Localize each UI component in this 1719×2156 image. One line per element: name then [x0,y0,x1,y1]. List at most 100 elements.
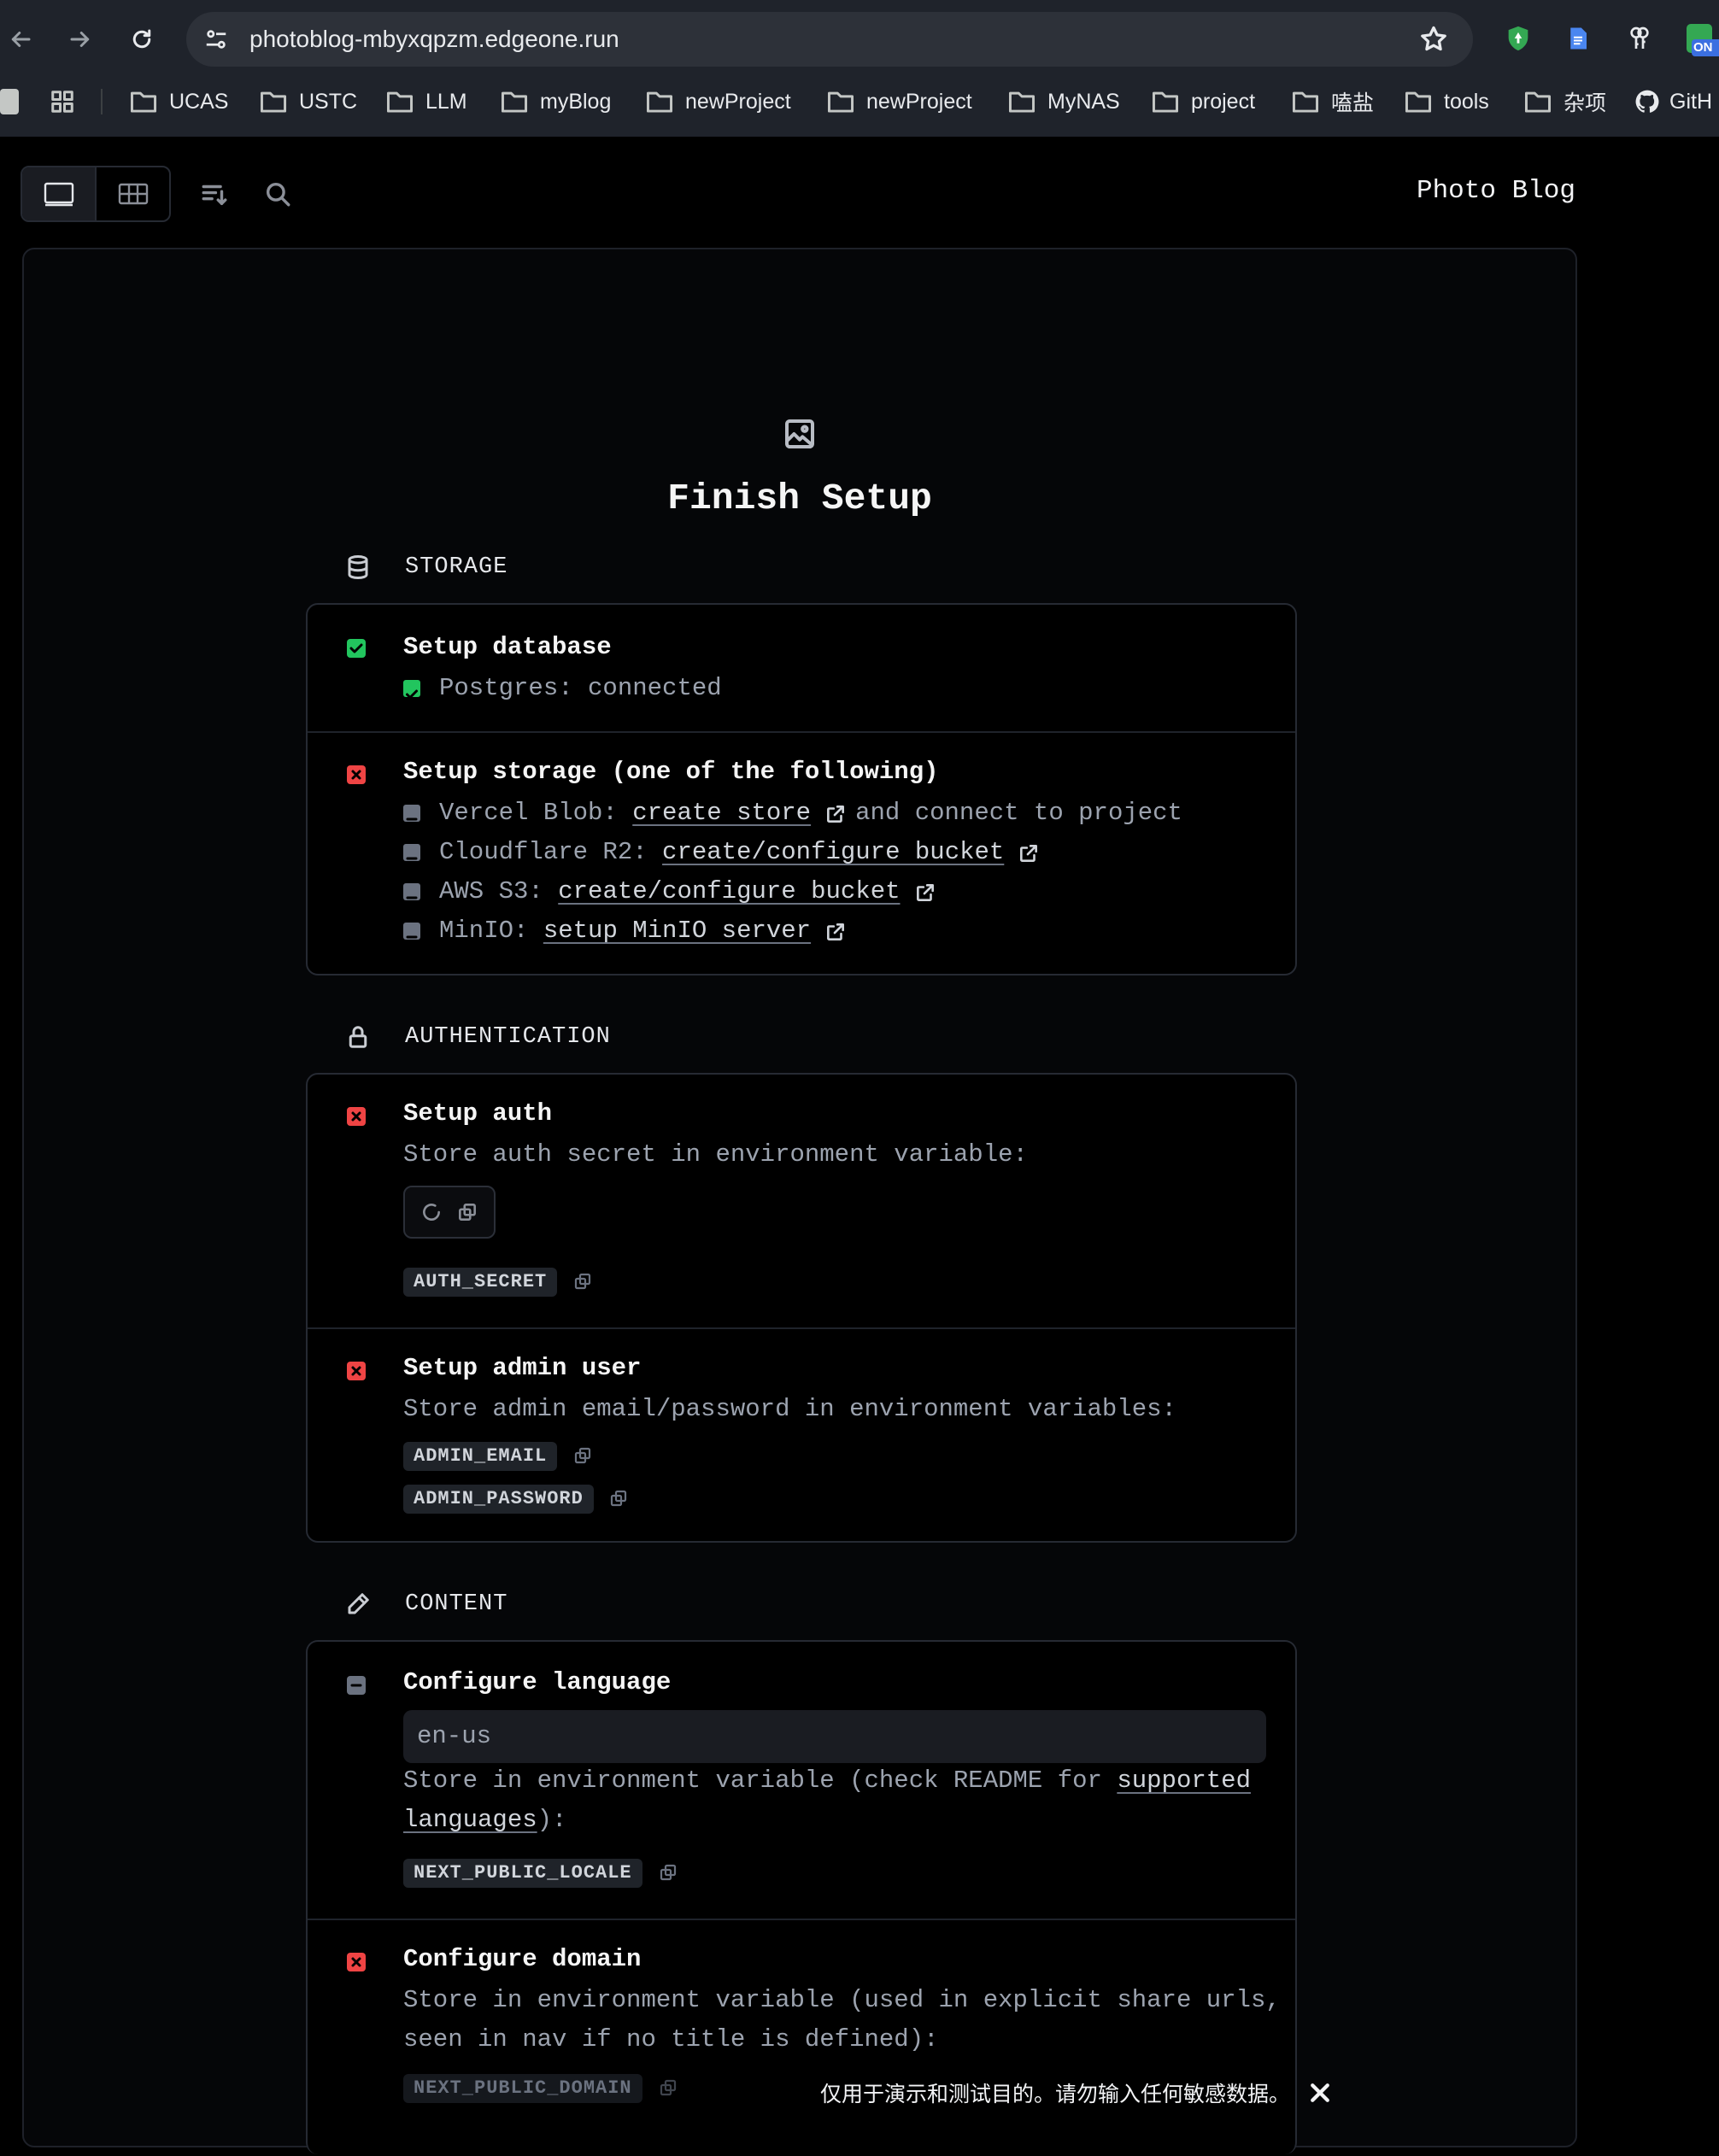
folder-icon [1292,91,1319,113]
admin-email-var: ADMIN_EMAIL [403,1442,558,1471]
forward-button[interactable] [63,22,97,56]
auth-secret-generator [403,1186,496,1239]
setup-auth-row: Setup auth Store auth secret in environm… [308,1075,1295,1327]
key-extension-icon[interactable] [1622,21,1657,56]
reload-button[interactable] [125,22,159,56]
supported-languages-link-cont[interactable]: languages [403,1806,537,1834]
copy-icon[interactable] [572,1445,593,1466]
bookmark-newproject-2[interactable]: newProject [827,82,972,121]
create-store-link[interactable]: create store [632,796,811,830]
bookmark-ucas[interactable]: UCAS [130,82,228,121]
bookmark-misc[interactable]: 杂项 [1524,82,1606,121]
domain-var: NEXT_PUBLIC_DOMAIN [403,2074,642,2103]
bookmark-keyan[interactable]: 嗑盐 [1292,82,1374,121]
reload-icon [132,29,151,49]
storage-option-minio: MinIO: setup MinIO server [403,914,855,948]
external-link-icon[interactable] [824,920,847,942]
toast-text: 仅用于演示和测试目的。请勿输入任何敏感数据。 [820,2083,1291,2106]
pencil-icon [345,1591,371,1617]
configure-language-row: Configure language en-us Store in enviro… [308,1642,1295,1919]
supported-languages-link[interactable]: supported [1117,1766,1251,1795]
cloudflare-bucket-link[interactable]: create/configure bucket [662,835,1004,870]
section-storage-header: STORAGE [345,550,507,584]
section-auth-header: AUTHENTICATION [345,1020,611,1054]
folder-icon [646,91,673,113]
search-icon [266,182,290,207]
minio-setup-link[interactable]: setup MinIO server [543,914,811,948]
configure-domain-desc-1: Store in environment variable (used in e… [403,1986,1281,2014]
folder-icon [130,91,157,113]
setup-admin-row: Setup admin user Store admin email/passw… [308,1327,1295,1541]
sidebar-toggle[interactable] [0,82,19,121]
section-storage-title: STORAGE [405,554,508,580]
copy-icon[interactable] [658,2077,678,2098]
bookmark-newproject-1[interactable]: newProject [646,82,791,121]
copy-icon[interactable] [608,1488,629,1509]
setup-storage-row: Setup storage (one of the following) Ver… [308,731,1295,974]
extension-badge: ON [1692,39,1719,56]
setup-auth-title: Setup auth [403,1099,553,1128]
copy-icon[interactable] [572,1271,593,1292]
bookmark-github[interactable]: GitH [1634,82,1712,121]
error-x-icon [347,1362,366,1380]
configure-domain-title: Configure domain [403,1945,642,1973]
setup-database-row: Setup database Postgres: connected [308,605,1295,731]
sort-button[interactable] [200,179,229,208]
storage-option-vercel: Vercel Blob: create store and connect to… [403,796,1182,830]
page-title: Finish Setup [667,477,932,519]
full-view-button[interactable] [22,167,97,220]
configure-language-title: Configure language [403,1668,672,1696]
external-link-icon[interactable] [1018,841,1040,864]
folder-icon [827,91,854,113]
setup-admin-title: Setup admin user [403,1354,642,1382]
error-x-icon [347,1953,366,1971]
address-bar[interactable]: photoblog-mbyxqpzm.edgeone.run [186,12,1473,67]
docs-extension-icon[interactable] [1560,21,1596,56]
close-icon[interactable] [1307,2080,1333,2106]
back-button[interactable] [3,22,38,56]
bookmarks-bar: UCAS USTC LLM myBlog newProject newProje… [0,82,1719,121]
arrow-left-icon [11,32,31,47]
locale-var: NEXT_PUBLIC_LOCALE [403,1859,642,1888]
site-settings-icon[interactable] [203,26,229,52]
copy-icon[interactable] [456,1201,478,1223]
section-content-header: CONTENT [345,1587,507,1621]
external-link-icon[interactable] [824,802,847,824]
auth-card: Setup auth Store auth secret in environm… [306,1073,1297,1543]
external-link-icon[interactable] [914,881,936,903]
aws-bucket-link[interactable]: create/configure bucket [558,875,900,909]
bookmark-project[interactable]: project [1152,82,1255,121]
storage-card: Setup database Postgres: connected Setup… [306,603,1297,975]
configure-domain-row: Configure domain Store in environment va… [308,1919,1295,2156]
check-icon [403,680,420,700]
locale-value-field[interactable]: en-us [403,1710,1266,1763]
grid-view-button[interactable] [97,167,169,220]
postgres-status: Postgres: connected [403,671,722,706]
arrow-right-icon [70,32,90,47]
bookmark-ustc[interactable]: USTC [260,82,357,121]
demo-warning-toast: 仅用于演示和测试目的。请勿输入任何敏感数据。 [820,2074,1333,2112]
github-icon [1635,90,1659,113]
setup-auth-desc: Store auth secret in environment variabl… [403,1140,1028,1169]
bookmark-star-icon[interactable] [1418,24,1449,55]
folder-icon [1524,91,1552,113]
bookmark-tools[interactable]: tools [1405,82,1489,121]
dash-icon [403,805,420,822]
apps-grid-icon[interactable] [50,82,75,121]
search-button[interactable] [263,179,292,208]
dash-icon [403,923,420,940]
setup-admin-desc: Store admin email/password in environmen… [403,1395,1176,1423]
view-toggle [21,166,171,222]
bookmark-myblog[interactable]: myBlog [501,82,611,121]
bookmark-mynas[interactable]: MyNAS [1008,82,1120,121]
folder-icon [1008,91,1036,113]
site-title[interactable]: Photo Blog [1401,174,1575,208]
lock-icon [345,1024,371,1050]
full-frame-icon [44,182,73,207]
dash-icon [347,1676,366,1695]
on-extension-icon[interactable]: ON [1683,21,1719,56]
copy-icon[interactable] [658,1862,678,1883]
dash-icon [403,883,420,900]
bookmark-llm[interactable]: LLM [386,82,467,121]
shield-extension-icon[interactable] [1500,21,1536,56]
